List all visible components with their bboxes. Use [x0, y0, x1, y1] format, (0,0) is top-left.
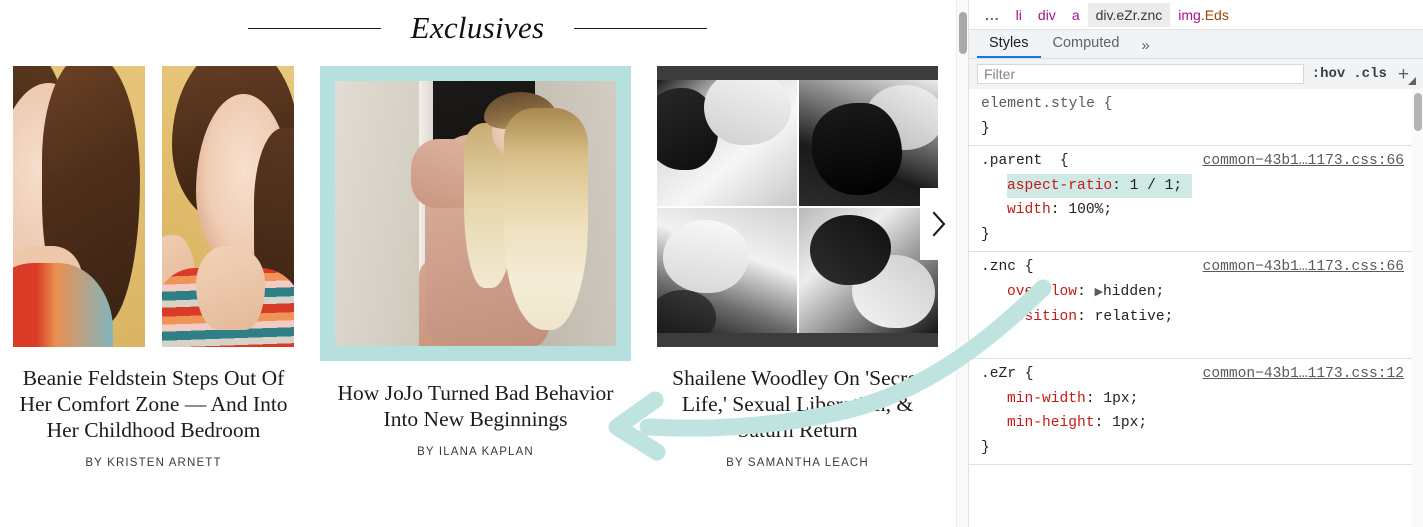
article-caption: Shailene Woodley On 'Secret Life,' Sexua… — [657, 365, 938, 469]
css-rule-ezr[interactable]: .eZr { common−43b1…1173.css:12 min-width… — [969, 359, 1412, 465]
hov-toggle-button[interactable]: :hov — [1312, 66, 1346, 82]
css-value[interactable]: 1 / 1; — [1130, 178, 1183, 194]
css-value[interactable]: 100%; — [1068, 202, 1112, 218]
css-declaration-row[interactable]: aspect-ratio: 1 / 1; — [981, 173, 1412, 198]
breadcrumb-class: .eZr.znc — [1112, 6, 1163, 23]
article-caption: How JoJo Turned Bad Behavior Into New Be… — [320, 380, 631, 458]
css-colon: : — [1094, 415, 1113, 431]
section-rule-right — [574, 27, 708, 29]
css-selector[interactable]: .parent { — [981, 149, 1069, 174]
breadcrumb-item-a[interactable]: a — [1064, 3, 1088, 27]
article-image[interactable] — [335, 81, 616, 346]
breadcrumb-ellipsis[interactable]: ... — [977, 3, 1008, 27]
article-card-selected[interactable]: How JoJo Turned Bad Behavior Into New Be… — [320, 66, 631, 526]
css-declaration-row[interactable]: position: relative; — [981, 305, 1412, 330]
expand-triangle-icon[interactable]: ▶ — [1095, 287, 1103, 299]
article-title[interactable]: Shailene Woodley On 'Secret Life,' Sexua… — [657, 365, 938, 443]
carousel-next-button[interactable] — [920, 188, 955, 260]
tab-styles[interactable]: Styles — [977, 31, 1041, 58]
screenshot-root: Exclusives Beanie Feldstein Steps Out Of… — [0, 0, 1423, 527]
article-card[interactable]: Beanie Feldstein Steps Out Of Her Comfor… — [13, 66, 294, 526]
article-thumbnail-wrap-highlighted — [320, 66, 631, 361]
css-property[interactable]: aspect-ratio — [1007, 178, 1112, 194]
css-closing-brace: } — [981, 439, 990, 456]
css-value[interactable]: 1px; — [1103, 391, 1138, 407]
article-thumbnail-wrap — [657, 66, 938, 347]
css-source-link[interactable]: common−43b1…1173.css:66 — [1203, 255, 1404, 280]
article-byline: BY KRISTEN ARNETT — [85, 457, 222, 469]
css-closing-brace: } — [981, 333, 990, 350]
css-declaration-row[interactable]: width: 100%; — [981, 198, 1412, 223]
chevron-right-icon — [932, 211, 945, 237]
css-colon: : — [1050, 202, 1069, 218]
breadcrumb-class: .Eds — [1200, 6, 1229, 23]
css-selector[interactable]: .eZr { — [981, 362, 1034, 387]
cls-toggle-button[interactable]: .cls — [1353, 66, 1387, 82]
css-rule-parent[interactable]: .parent { common−43b1…1173.css:66 aspect… — [969, 146, 1412, 252]
css-property[interactable]: overflow — [1007, 284, 1077, 300]
dom-breadcrumb[interactable]: ... li div a div.eZr.znc img.Eds — [969, 0, 1423, 30]
css-value[interactable]: hidden; — [1103, 284, 1164, 300]
breadcrumb-item-selected[interactable]: div.eZr.znc — [1087, 2, 1171, 27]
css-rule-znc[interactable]: .znc { common−43b1…1173.css:66 overflow:… — [969, 252, 1412, 359]
devtools-scrollbar-thumb[interactable] — [1414, 93, 1422, 131]
css-rules-list: element.style { } .parent { common−43b1…… — [969, 89, 1412, 527]
web-page-content: Exclusives Beanie Feldstein Steps Out Of… — [0, 0, 955, 527]
breadcrumb-tag: a — [1071, 6, 1080, 23]
css-property[interactable]: width — [1007, 202, 1051, 218]
css-declaration-row[interactable]: overflow: ▶hidden; — [981, 280, 1412, 306]
chevron-double-right-icon[interactable]: » — [1131, 33, 1159, 58]
breadcrumb-item-div[interactable]: div — [1030, 3, 1064, 27]
page-scrollbar-thumb[interactable] — [959, 12, 967, 54]
css-declaration-row[interactable]: min-height: 1px; — [981, 411, 1412, 436]
css-colon: : — [1077, 309, 1095, 325]
css-source-link[interactable]: common−43b1…1173.css:12 — [1203, 362, 1404, 387]
tab-computed[interactable]: Computed — [1041, 31, 1132, 58]
css-rule-element-style[interactable]: element.style { } — [969, 89, 1412, 146]
article-caption: Beanie Feldstein Steps Out Of Her Comfor… — [13, 365, 294, 469]
page-title: Exclusives — [410, 10, 545, 45]
article-thumbnail-wrap — [13, 66, 294, 347]
breadcrumb-tag: img — [1178, 6, 1201, 23]
section-header: Exclusives — [0, 6, 955, 50]
search-input[interactable] — [977, 64, 1304, 84]
article-image[interactable] — [657, 66, 938, 347]
css-property[interactable]: min-width — [1007, 391, 1086, 407]
article-byline: BY ILANA KAPLAN — [417, 446, 534, 458]
css-colon: : — [1112, 177, 1130, 194]
breadcrumb-item-img[interactable]: img.Eds — [1170, 3, 1237, 27]
css-colon: : — [1077, 283, 1095, 300]
css-source-link[interactable]: common−43b1…1173.css:66 — [1203, 149, 1404, 174]
caret-icon — [1408, 76, 1416, 85]
exclusives-carousel[interactable]: Beanie Feldstein Steps Out Of Her Comfor… — [0, 66, 955, 526]
breadcrumb-tag: li — [1015, 6, 1022, 23]
article-card[interactable]: Shailene Woodley On 'Secret Life,' Sexua… — [657, 66, 938, 526]
article-title[interactable]: How JoJo Turned Bad Behavior Into New Be… — [320, 380, 631, 432]
article-byline: BY SAMANTHA LEACH — [726, 457, 869, 469]
css-property[interactable]: position — [1007, 309, 1077, 325]
css-selector[interactable]: .znc { — [981, 255, 1034, 280]
devtools-tab-bar[interactable]: Styles Computed » — [969, 30, 1423, 59]
css-property[interactable]: min-height — [1007, 415, 1095, 431]
section-rule-left — [247, 27, 381, 29]
css-value[interactable]: relative; — [1095, 309, 1174, 325]
new-style-rule-button[interactable]: + — [1395, 65, 1418, 85]
breadcrumb-tag: div — [1037, 6, 1056, 23]
css-colon: : — [1085, 390, 1104, 407]
breadcrumb-tag: div — [1095, 6, 1113, 23]
styles-toolbar: :hov .cls + — [969, 59, 1423, 90]
article-title[interactable]: Beanie Feldstein Steps Out Of Her Comfor… — [13, 365, 294, 443]
article-image[interactable] — [13, 66, 294, 347]
css-declaration-row[interactable]: min-width: 1px; — [981, 387, 1412, 412]
css-closing-brace: } — [981, 226, 990, 243]
css-declaration-highlighted[interactable]: aspect-ratio: 1 / 1; — [1007, 173, 1193, 198]
breadcrumb-item-li[interactable]: li — [1008, 3, 1030, 27]
devtools-styles-panel: ... li div a div.eZr.znc img.Eds Styles … — [968, 0, 1423, 527]
devtools-scrollbar[interactable] — [1412, 89, 1423, 527]
css-closing-brace: } — [981, 120, 990, 137]
css-value[interactable]: 1px; — [1112, 415, 1147, 431]
css-selector[interactable]: element.style { — [981, 92, 1112, 117]
